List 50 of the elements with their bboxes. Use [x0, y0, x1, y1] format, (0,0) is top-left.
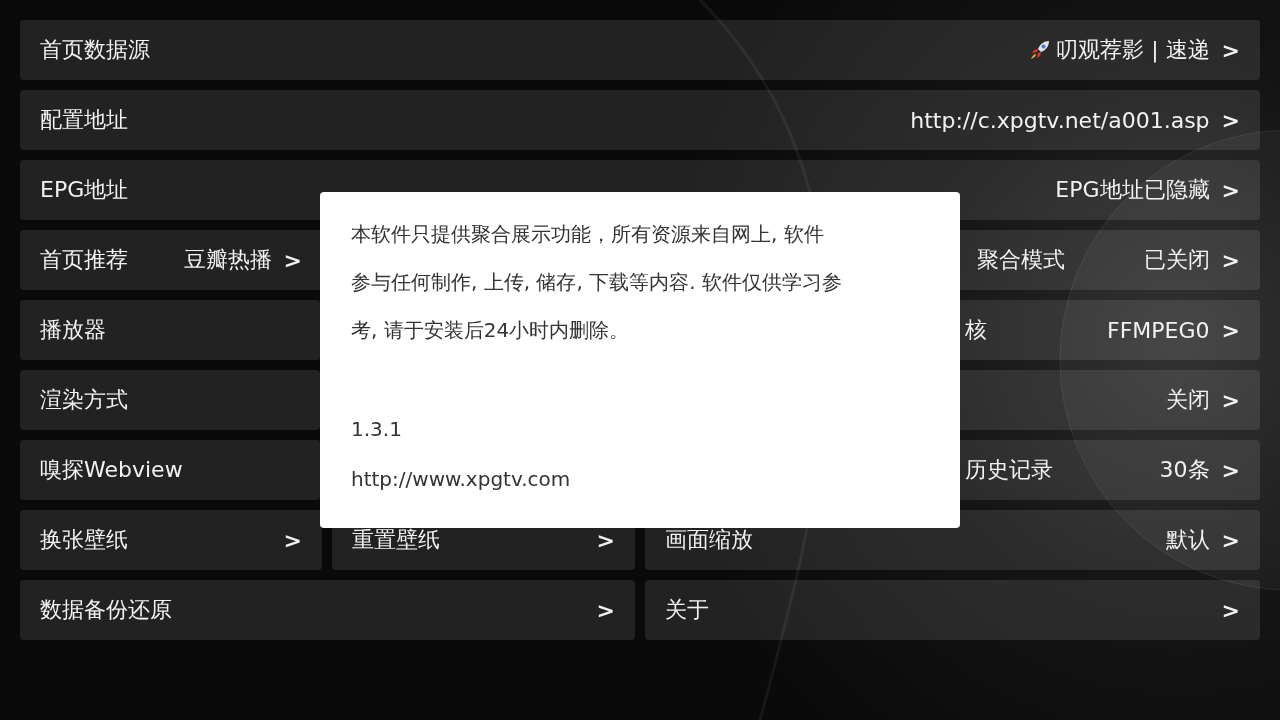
chevron: >: [1221, 177, 1240, 203]
chevron: >: [1221, 527, 1240, 553]
item-label: 播放器: [40, 316, 106, 344]
settings-item[interactable]: 换张壁纸 >: [20, 510, 322, 570]
chevron: >: [596, 597, 615, 623]
item-label: 数据备份还原: [40, 596, 172, 624]
chevron: >: [1221, 107, 1240, 133]
item-value: http://c.xpgtv.net/a001.asp: [910, 107, 1210, 133]
item-value: 豆瓣热播: [183, 246, 272, 274]
item-value: FFMPEG0: [1107, 317, 1210, 343]
chevron: >: [1221, 37, 1240, 63]
item-value: 默认: [1165, 526, 1210, 554]
chevron: >: [283, 527, 302, 553]
settings-item[interactable]: 聚合模式 已关闭 >: [957, 230, 1260, 290]
item-label: 首页数据源: [40, 36, 150, 64]
item-value: 已关闭: [1143, 246, 1210, 274]
item-label: EPG地址: [40, 176, 129, 204]
item-label: 换张壁纸: [40, 526, 128, 554]
chevron: >: [1221, 387, 1240, 413]
settings-item[interactable]: 配置地址 http://c.xpgtv.net/a001.asp >: [20, 90, 1260, 150]
disclaimer-text: 本软件只提供聚合展示功能，所有资源来自网上, 软件 参与任何制作, 上传, 储存, 下载等内容. 软件仅供学习参 考, 请于安装后24小时内删除。: [351, 221, 843, 344]
item-label: 嗅探Webview: [40, 456, 183, 484]
item-value: 30条: [1159, 456, 1210, 484]
item-label: 配置地址: [40, 106, 128, 134]
settings-item[interactable]: 渲染方式: [20, 370, 320, 430]
item-value: EPG地址已隐藏: [1055, 176, 1210, 204]
item-label: 聚合模式: [977, 246, 1065, 274]
chevron: >: [596, 527, 615, 553]
settings-item[interactable]: 关于 >: [645, 580, 1260, 640]
settings-item[interactable]: 数据备份还原 >: [20, 580, 635, 640]
item-label: 历史记录: [965, 456, 1053, 484]
item-label: 重置壁纸: [352, 526, 440, 554]
item-label: 画面缩放: [665, 526, 753, 554]
settings-item[interactable]: 首页推荐 豆瓣热播 >: [20, 230, 322, 290]
item-value: 关闭: [1165, 386, 1210, 414]
item-label: 关于: [665, 596, 709, 624]
chevron: >: [1221, 597, 1240, 623]
settings-item[interactable]: 嗅探Webview: [20, 440, 320, 500]
item-label: 首页推荐: [40, 246, 128, 274]
item-value: 叨观荐影 | 速递: [1056, 36, 1210, 65]
version-text: 1.3.1: [351, 416, 403, 443]
chevron: >: [1221, 317, 1240, 343]
settings-item[interactable]: 首页数据源 叨观荐影 | 速递 >: [20, 20, 1260, 80]
item-label: 核: [965, 316, 987, 344]
item-label: 渲染方式: [40, 386, 128, 414]
chevron: >: [1221, 247, 1240, 273]
chevron: >: [1221, 457, 1240, 483]
website-text: http://www.xpgtv.com: [351, 466, 572, 493]
chevron: >: [283, 247, 302, 273]
settings-item[interactable]: 播放器: [20, 300, 320, 360]
